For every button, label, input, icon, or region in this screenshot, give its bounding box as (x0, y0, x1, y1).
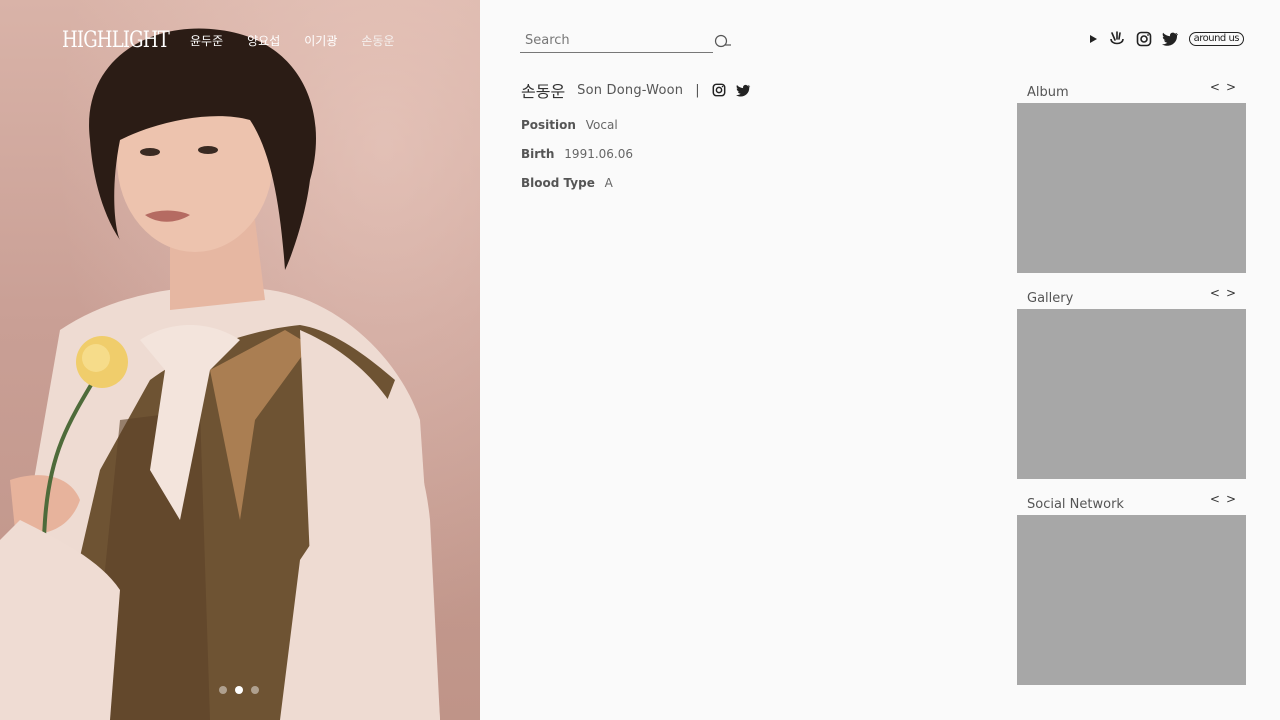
card-title: Gallery (1027, 291, 1074, 306)
twitter-icon[interactable] (735, 84, 751, 97)
gallery-card: Gallery < > (1017, 284, 1246, 479)
english-name: Son Dong-Woon (577, 82, 684, 98)
carousel-dot-2[interactable] (235, 686, 243, 694)
carousel-dot-1[interactable] (219, 686, 227, 694)
search-icon[interactable] (714, 34, 732, 50)
instagram-icon[interactable] (1136, 31, 1152, 47)
twitter-icon[interactable] (1161, 32, 1179, 46)
info-value: Vocal (585, 118, 618, 132)
album-card: Album < > (1017, 78, 1246, 273)
hero-photo-panel: HIGHLIGHT 윤두준 양요섭 이기광 손동운 (0, 0, 480, 720)
info-row-blood-type: Blood Type A (521, 174, 751, 203)
card-arrows: < > (1210, 286, 1236, 300)
korean-name: 손동운 (521, 82, 566, 101)
name-separator: | (695, 82, 700, 98)
around-us-logo[interactable]: around us (1188, 32, 1244, 46)
social-network-card: Social Network < > (1017, 490, 1246, 685)
card-title: Album (1027, 85, 1069, 100)
info-value: A (604, 176, 613, 190)
top-social-icons: around us (1088, 30, 1244, 48)
card-header: Album < > (1017, 78, 1246, 103)
instagram-icon[interactable] (712, 83, 726, 97)
card-arrows: < > (1210, 80, 1236, 94)
card-header: Gallery < > (1017, 284, 1246, 309)
prev-button[interactable]: < (1210, 80, 1220, 94)
play-icon[interactable] (1088, 34, 1098, 44)
vlive-icon[interactable] (1108, 30, 1126, 48)
profile-name-row: 손동운 Son Dong-Woon | (521, 78, 751, 102)
member-profile: 손동운 Son Dong-Woon | Position Vocal Birth… (521, 78, 751, 203)
member-photo (0, 28, 440, 720)
search-input[interactable] (520, 29, 713, 53)
member-nav: 윤두준 양요섭 이기광 손동운 (190, 32, 395, 49)
nav-item-lee-gikwang[interactable]: 이기광 (304, 32, 337, 49)
card-title: Social Network (1027, 497, 1124, 512)
carousel-indicator (219, 686, 259, 694)
prev-button[interactable]: < (1210, 492, 1220, 506)
gallery-content[interactable] (1017, 309, 1246, 479)
next-button[interactable]: > (1226, 492, 1236, 506)
info-value: 1991.06.06 (564, 147, 634, 161)
card-arrows: < > (1210, 492, 1236, 506)
nav-item-yoon-dujun[interactable]: 윤두준 (190, 32, 223, 49)
info-row-birth: Birth 1991.06.06 (521, 145, 751, 174)
info-label: Blood Type (521, 176, 595, 190)
album-content[interactable] (1017, 103, 1246, 273)
next-button[interactable]: > (1226, 80, 1236, 94)
profile-info: Position Vocal Birth 1991.06.06 Blood Ty… (521, 116, 751, 203)
nav-item-son-dongwoon[interactable]: 손동운 (361, 32, 394, 49)
info-label: Position (521, 118, 576, 132)
carousel-dot-3[interactable] (251, 686, 259, 694)
info-label: Birth (521, 147, 555, 161)
card-header: Social Network < > (1017, 490, 1246, 515)
social-network-content[interactable] (1017, 515, 1246, 685)
search-bar (520, 29, 732, 54)
info-row-position: Position Vocal (521, 116, 751, 145)
prev-button[interactable]: < (1210, 286, 1220, 300)
nav-item-yang-yoseob[interactable]: 양요섭 (247, 32, 280, 49)
next-button[interactable]: > (1226, 286, 1236, 300)
brand-logo[interactable]: HIGHLIGHT (62, 28, 170, 53)
